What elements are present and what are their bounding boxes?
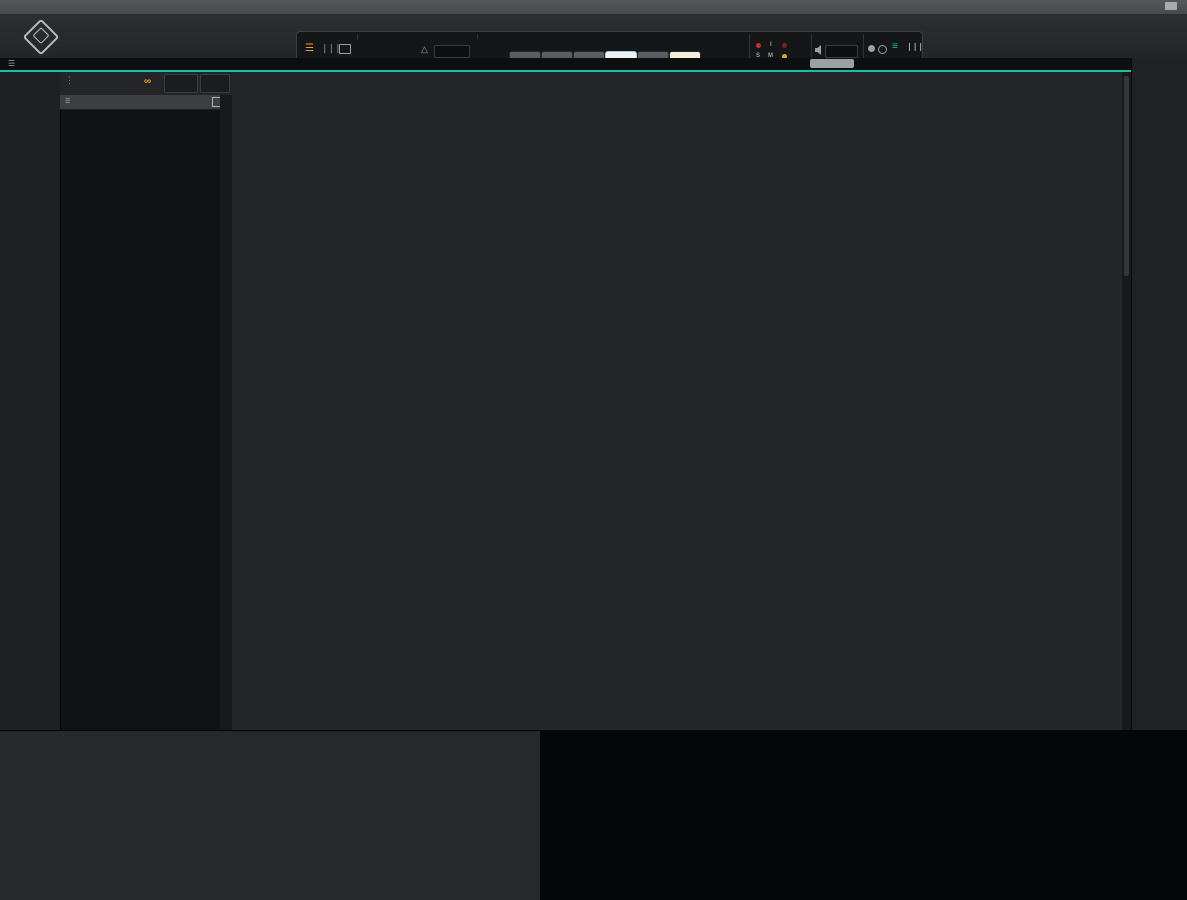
control-room-panel — [1131, 58, 1187, 730]
feedback-icon[interactable] — [1165, 2, 1177, 10]
monitor-level-value[interactable] — [825, 45, 858, 58]
ua-logo-icon — [23, 19, 60, 56]
global-loop-indicator[interactable] — [782, 43, 787, 48]
vertical-scrollbar[interactable] — [1122, 72, 1131, 730]
metronome-icon[interactable]: △ — [421, 44, 428, 55]
view-monitor-icon[interactable] — [339, 44, 351, 54]
workflow-dot2-icon[interactable] — [878, 45, 887, 54]
view-list-icon[interactable]: ☰ — [305, 43, 314, 54]
click-level-value[interactable] — [434, 45, 470, 58]
timeline-area[interactable] — [232, 72, 1122, 730]
global-record-indicator[interactable] — [756, 43, 761, 48]
menu-hamburger-icon[interactable]: ☰ — [8, 59, 15, 68]
desktop-wallpaper — [540, 730, 1187, 900]
workflow-mixer-icon[interactable]: ❘❘❘ — [906, 42, 923, 51]
track-list — [60, 0, 232, 730]
left-monitor-strip — [0, 72, 61, 730]
view-columns-icon[interactable]: ❘❘❘ — [321, 43, 341, 54]
workflow-dot1-icon[interactable] — [868, 45, 875, 52]
speaker-icon — [815, 45, 824, 55]
workflow-lanes-icon[interactable]: ≡ — [892, 41, 898, 52]
scrollbar-thumb[interactable] — [1124, 76, 1129, 276]
global-input-indicator[interactable]: I — [770, 42, 772, 48]
mixer-window — [0, 730, 540, 900]
luna-app-window: ☰ ❘❘❘ △ — [0, 0, 1187, 900]
export-clip-button[interactable] — [810, 59, 854, 68]
